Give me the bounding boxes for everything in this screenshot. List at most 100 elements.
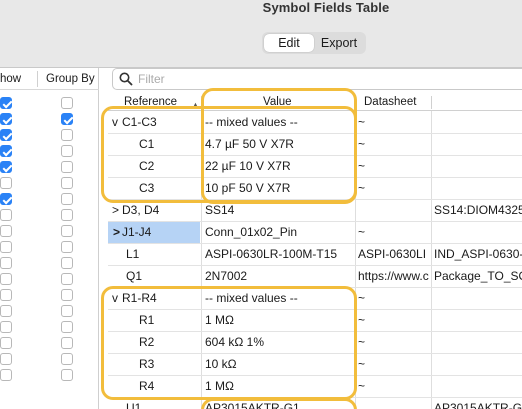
show-checkbox[interactable] — [0, 353, 12, 365]
value-cell[interactable]: 10 pF 50 V X7R — [202, 178, 354, 199]
reference-cell[interactable]: v C1-C3 — [108, 112, 200, 133]
show-checkbox[interactable] — [0, 129, 12, 141]
reference-cell[interactable]: C1 — [108, 134, 200, 155]
expand-group-icon[interactable]: > — [113, 222, 120, 243]
group-by-checkbox[interactable] — [61, 241, 73, 253]
filter-input[interactable]: Filter — [112, 68, 522, 90]
footprint-cell[interactable] — [432, 354, 522, 375]
table-row[interactable]: C1 4.7 µF 50 V X7R ~ — [108, 134, 522, 156]
reference-cell[interactable]: > D3, D4 — [108, 200, 200, 221]
table-row[interactable]: L1 ASPI-0630LR-100M-T15 ASPI-0630LI IND_ASP… — [108, 244, 522, 266]
reference-cell[interactable]: C2 — [108, 156, 200, 177]
datasheet-cell[interactable]: ~ — [356, 310, 430, 331]
table-row[interactable]: R3 10 kΩ ~ — [108, 354, 522, 376]
header-value[interactable]: Value — [263, 94, 292, 111]
footprint-cell[interactable] — [432, 332, 522, 353]
group-by-checkbox[interactable] — [61, 305, 73, 317]
datasheet-cell[interactable]: ~ — [356, 178, 430, 199]
sort-ascending-icon[interactable]: ▲ — [191, 97, 200, 113]
show-checkbox[interactable] — [0, 369, 12, 381]
table-row[interactable]: > D3, D4 SS14 SS14:DIOM4325 — [108, 200, 522, 222]
value-cell[interactable]: 4.7 µF 50 V X7R — [202, 134, 354, 155]
table-row[interactable]: R1 1 MΩ ~ — [108, 310, 522, 332]
group-by-checkbox[interactable] — [61, 257, 73, 269]
group-by-checkbox[interactable] — [61, 225, 73, 237]
footprint-cell[interactable] — [432, 376, 522, 397]
value-cell[interactable]: 22 µF 10 V X7R — [202, 156, 354, 177]
tab-export[interactable]: Export — [314, 34, 364, 52]
table-row[interactable]: U1 AP3015AKTR-G1 AP3015AKTR-G — [108, 398, 522, 409]
datasheet-cell[interactable]: ~ — [356, 288, 430, 309]
footprint-cell[interactable]: AP3015AKTR-G — [432, 398, 522, 409]
value-cell[interactable]: 604 kΩ 1% — [202, 332, 354, 353]
expand-group-icon[interactable]: > — [112, 200, 119, 221]
value-cell[interactable]: SS14 — [202, 200, 354, 221]
footprint-cell[interactable]: IND_ASPI-0630- — [432, 244, 522, 265]
footprint-cell[interactable] — [432, 156, 522, 177]
reference-cell[interactable]: U1 — [108, 398, 200, 409]
show-checkbox[interactable] — [0, 177, 12, 189]
datasheet-cell[interactable]: ~ — [356, 222, 430, 243]
show-checkbox[interactable] — [0, 209, 12, 221]
value-cell[interactable]: 1 MΩ — [202, 376, 354, 397]
footprint-cell[interactable] — [432, 178, 522, 199]
reference-cell[interactable]: L1 — [108, 244, 200, 265]
collapse-group-icon[interactable]: v — [112, 112, 118, 133]
group-by-checkbox[interactable] — [61, 161, 73, 173]
show-checkbox[interactable] — [0, 337, 12, 349]
value-cell[interactable]: -- mixed values -- — [202, 112, 354, 133]
footprint-cell[interactable] — [432, 288, 522, 309]
show-checkbox[interactable] — [0, 305, 12, 317]
datasheet-cell[interactable]: ASPI-0630LI — [356, 244, 430, 265]
show-checkbox[interactable] — [0, 321, 12, 333]
collapse-group-icon[interactable]: v — [112, 288, 118, 309]
group-by-checkbox[interactable] — [61, 177, 73, 189]
column-show-header[interactable]: how — [0, 68, 21, 90]
group-by-checkbox[interactable] — [61, 113, 73, 125]
table-row[interactable]: R2 604 kΩ 1% ~ — [108, 332, 522, 354]
reference-cell[interactable]: R2 — [108, 332, 200, 353]
show-checkbox[interactable] — [0, 289, 12, 301]
show-checkbox[interactable] — [0, 193, 12, 205]
footprint-cell[interactable] — [432, 134, 522, 155]
value-cell[interactable]: 1 MΩ — [202, 310, 354, 331]
datasheet-cell[interactable]: ~ — [356, 134, 430, 155]
value-cell[interactable]: -- mixed values -- — [202, 288, 354, 309]
header-datasheet[interactable]: Datasheet — [364, 94, 416, 111]
footprint-cell[interactable]: Package_TO_SO — [432, 266, 522, 287]
show-checkbox[interactable] — [0, 161, 12, 173]
reference-cell[interactable]: R4 — [108, 376, 200, 397]
group-by-checkbox[interactable] — [61, 273, 73, 285]
reference-cell[interactable]: C3 — [108, 178, 200, 199]
value-cell[interactable]: AP3015AKTR-G1 — [202, 398, 354, 409]
show-checkbox[interactable] — [0, 97, 12, 109]
group-by-checkbox[interactable] — [61, 193, 73, 205]
group-by-checkbox[interactable] — [61, 289, 73, 301]
table-row[interactable]: v R1-R4 -- mixed values -- ~ — [108, 288, 522, 310]
group-by-checkbox[interactable] — [61, 337, 73, 349]
datasheet-cell[interactable] — [356, 398, 430, 409]
value-cell[interactable]: 10 kΩ — [202, 354, 354, 375]
footprint-cell[interactable] — [432, 112, 522, 133]
tab-edit[interactable]: Edit — [264, 34, 314, 52]
group-by-checkbox[interactable] — [61, 321, 73, 333]
datasheet-cell[interactable]: ~ — [356, 376, 430, 397]
show-checkbox[interactable] — [0, 273, 12, 285]
footprint-cell[interactable] — [432, 222, 522, 243]
table-row[interactable]: Q1 2N7002 https://www.c Package_TO_SO — [108, 266, 522, 288]
group-by-checkbox[interactable] — [61, 97, 73, 109]
datasheet-cell[interactable]: https://www.c — [356, 266, 430, 287]
footprint-cell[interactable]: SS14:DIOM4325 — [432, 200, 522, 221]
datasheet-cell[interactable]: ~ — [356, 354, 430, 375]
group-by-checkbox[interactable] — [61, 145, 73, 157]
group-by-checkbox[interactable] — [61, 209, 73, 221]
group-by-checkbox[interactable] — [61, 353, 73, 365]
value-cell[interactable]: ASPI-0630LR-100M-T15 — [202, 244, 354, 265]
column-group-by-header[interactable]: Group By — [46, 68, 95, 90]
table-row[interactable]: C3 10 pF 50 V X7R ~ — [108, 178, 522, 200]
table-row[interactable]: v C1-C3 -- mixed values -- ~ — [108, 112, 522, 134]
group-by-checkbox[interactable] — [61, 129, 73, 141]
reference-cell[interactable]: R1 — [108, 310, 200, 331]
value-cell[interactable]: Conn_01x02_Pin — [202, 222, 354, 243]
reference-cell[interactable]: v R1-R4 — [108, 288, 200, 309]
